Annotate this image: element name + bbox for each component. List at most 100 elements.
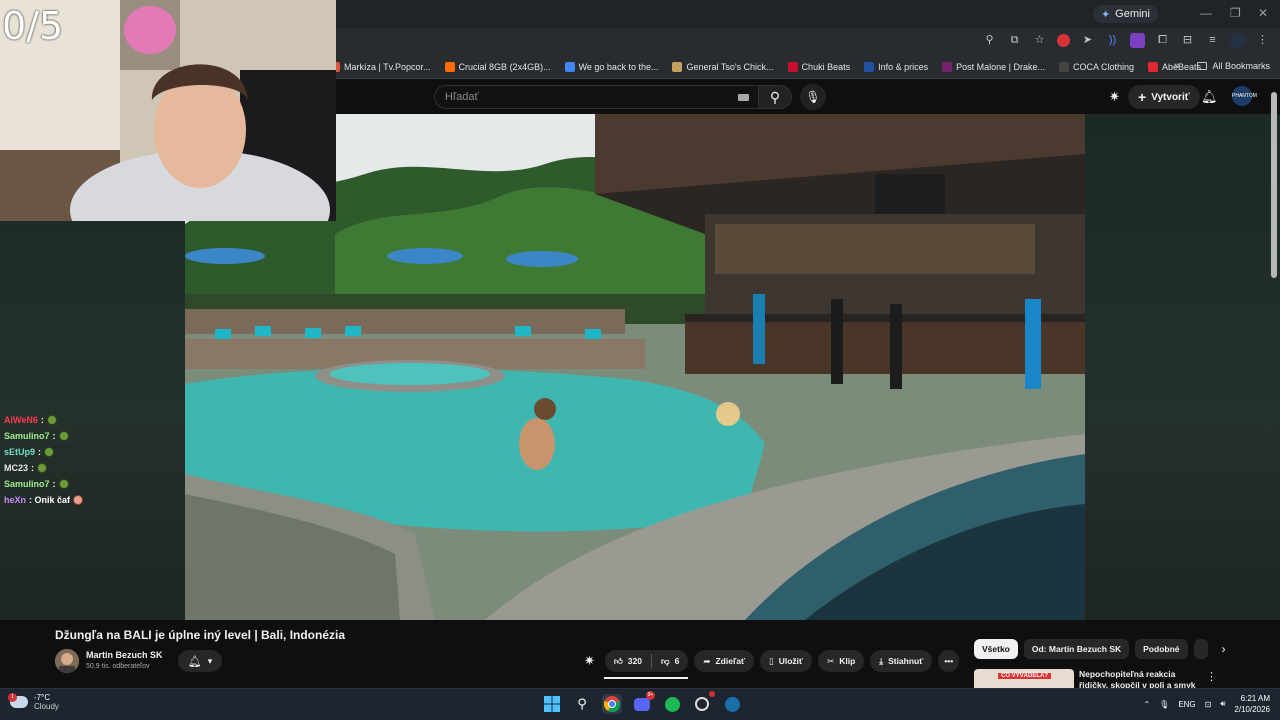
spotify-icon bbox=[664, 696, 680, 712]
recommendation-menu-icon[interactable]: ⋮ bbox=[1206, 670, 1217, 683]
bookmark-favicon bbox=[864, 61, 875, 72]
search-icon: ⚲ bbox=[769, 89, 781, 105]
bookmark-item[interactable]: General Tso's Chick... bbox=[672, 61, 774, 72]
save-label: Uložiť bbox=[778, 656, 804, 666]
all-bookmarks-button[interactable]: All Bookmarks bbox=[1197, 61, 1270, 71]
star-icon[interactable]: ☆ bbox=[1032, 33, 1047, 48]
like-button[interactable]: 👍︎ 320 bbox=[605, 656, 651, 667]
webcam-overlay: 0/5 bbox=[0, 0, 336, 221]
chip-related[interactable]: Podobné bbox=[1135, 639, 1188, 659]
recommended-video-thumbnail[interactable]: CO VYVÁDĚLA? bbox=[974, 669, 1074, 688]
bookmark-favicon bbox=[1059, 61, 1069, 72]
screen: ✦ Gemini — ❐ ✕ ⚲ ⧉ ☆ ➤ )) ⧠ ⊟ ≡ ⋮ Markíz… bbox=[0, 0, 1280, 720]
task-counter: 0/5 bbox=[2, 4, 64, 48]
bookmark-item[interactable]: Markíza | Tv.Popcor... bbox=[330, 61, 431, 72]
chevron-right-icon[interactable]: › bbox=[1222, 642, 1226, 656]
folder-icon bbox=[1197, 62, 1208, 70]
app-taskbar-button[interactable] bbox=[692, 691, 715, 714]
recommended-video-title[interactable]: Nepochopiteľná reakcia řidičky, skopčil … bbox=[1079, 669, 1201, 688]
extensions-puzzle-icon[interactable]: ⧠ bbox=[1155, 33, 1170, 48]
weather-widget[interactable]: 1 -7°C Cloudy bbox=[8, 693, 59, 711]
clock-time: 6:21 AM bbox=[1240, 694, 1270, 703]
dislike-button[interactable]: 👎︎ 6 bbox=[652, 656, 688, 667]
language-indicator[interactable]: ENG bbox=[1178, 700, 1195, 709]
channel-avatar-image bbox=[55, 649, 79, 673]
bookmark-item[interactable]: Chuki Beats bbox=[787, 61, 850, 72]
bookmark-item[interactable]: We go back to the... bbox=[564, 61, 658, 72]
gemini-sparkle-icon[interactable]: ✷ bbox=[1109, 89, 1120, 105]
app-badge bbox=[709, 691, 715, 697]
channel-avatar[interactable] bbox=[55, 649, 79, 673]
bookmark-item[interactable]: Crucial 8GB (2x4GB)... bbox=[444, 61, 551, 72]
windows-logo-icon bbox=[544, 696, 560, 712]
search-input[interactable]: Hľadať bbox=[434, 85, 760, 109]
clip-button[interactable]: ✂ Klip bbox=[818, 650, 865, 672]
clip-label: Klip bbox=[839, 656, 856, 666]
bookmark-label: AbeBeats bbox=[1162, 61, 1202, 72]
media-control-icon[interactable]: ⊟ bbox=[1180, 33, 1195, 48]
extension-purple-icon[interactable] bbox=[1130, 33, 1145, 48]
bookmark-item[interactable]: Info & prices bbox=[864, 61, 928, 72]
ask-sparkle-icon[interactable]: ✷ bbox=[584, 653, 595, 669]
taskbar-search-button[interactable]: ⚲ bbox=[572, 694, 592, 714]
install-icon[interactable]: ⧉ bbox=[1007, 33, 1022, 48]
account-avatar[interactable]: PHANTOM bbox=[1232, 86, 1257, 106]
clock-date: 2/10/2026 bbox=[1234, 705, 1270, 714]
chrome-icon bbox=[604, 696, 620, 712]
create-label: Vytvoriť bbox=[1151, 91, 1190, 103]
more-actions-button[interactable]: ••• bbox=[938, 650, 960, 672]
bookmark-favicon bbox=[942, 61, 953, 72]
recommendation-chips: Všetko Od: Martin Bezuch SK Podobné › bbox=[974, 639, 1226, 659]
chat-username: Samulino7 bbox=[4, 431, 50, 441]
search-button[interactable]: ⚲ bbox=[758, 85, 792, 109]
share-button[interactable]: ➦ Zdieľať bbox=[694, 650, 755, 672]
video-actions: ✷ 👍︎ 320 👎︎ 6 ➦ Zdieľať ▯ Uložiť ✂ Klip ⤓ Stia… bbox=[584, 650, 960, 672]
download-button[interactable]: ⤓ Stiahnuť bbox=[870, 650, 933, 672]
close-icon[interactable]: ✕ bbox=[1258, 6, 1268, 20]
create-button[interactable]: + Vytvoriť bbox=[1128, 85, 1200, 109]
steam-taskbar-button[interactable] bbox=[722, 694, 742, 714]
bookmarks-overflow-button[interactable]: » bbox=[1174, 60, 1180, 72]
chip-from-channel[interactable]: Od: Martin Bezuch SK bbox=[1023, 639, 1130, 659]
temperature: -7°C bbox=[34, 693, 51, 702]
voice-search-button[interactable]: 🎙 bbox=[800, 84, 826, 110]
zoom-icon[interactable]: ⚲ bbox=[982, 33, 997, 48]
network-icon[interactable]: ⊡ bbox=[1205, 700, 1212, 709]
bookmark-label: COCA Clothing bbox=[1073, 61, 1135, 72]
restore-icon[interactable]: ❐ bbox=[1230, 6, 1241, 20]
extension-arrow-icon[interactable]: ➤ bbox=[1080, 33, 1095, 48]
windows-taskbar: 1 -7°C Cloudy ⚲ 9+ ⌃ 🎙 ENG ⊡ 🔊︎ 6:21 AM … bbox=[0, 688, 1280, 720]
reading-list-icon[interactable]: ≡ bbox=[1205, 33, 1220, 48]
bookmark-item[interactable]: Post Malone | Drake... bbox=[942, 61, 1045, 72]
gemini-button[interactable]: ✦ Gemini bbox=[1092, 5, 1158, 23]
tray-overflow-icon[interactable]: ⌃ bbox=[1143, 700, 1150, 709]
notifications-bell-icon[interactable]: 🔔︎ bbox=[1201, 89, 1218, 105]
chip-partial[interactable] bbox=[1193, 639, 1208, 659]
chat-username: sEtUp9 bbox=[4, 447, 36, 457]
chip-all[interactable]: Všetko bbox=[974, 639, 1018, 659]
keyboard-icon[interactable] bbox=[738, 94, 749, 101]
weather-alert-badge: 1 bbox=[8, 693, 17, 702]
chat-text: : bbox=[52, 431, 56, 441]
chrome-taskbar-button[interactable] bbox=[602, 694, 622, 714]
cloud-icon: 1 bbox=[8, 693, 28, 708]
browser-menu-icon[interactable]: ⋮ bbox=[1255, 33, 1270, 48]
microphone-tray-icon[interactable]: 🎙 bbox=[1159, 700, 1169, 709]
channel-name[interactable]: Martin Bezuch SK bbox=[86, 650, 163, 660]
extension-red-icon[interactable] bbox=[1057, 34, 1070, 47]
extension-wave-icon[interactable]: )) bbox=[1105, 33, 1120, 48]
subscription-bell-button[interactable]: 🔔︎ ▾ bbox=[178, 650, 222, 672]
save-button[interactable]: ▯ Uložiť bbox=[760, 650, 813, 672]
volume-icon[interactable]: 🔊︎ bbox=[1220, 699, 1225, 709]
start-button[interactable] bbox=[542, 694, 562, 714]
bell-icon: 🔔︎ bbox=[187, 655, 202, 668]
profile-icon[interactable] bbox=[1230, 33, 1245, 48]
page-scrollbar[interactable] bbox=[1271, 92, 1277, 278]
bookmark-item[interactable]: COCA Clothing bbox=[1059, 61, 1135, 72]
clock[interactable]: 6:21 AM 2/10/2026 bbox=[1234, 693, 1270, 715]
discord-taskbar-button[interactable]: 9+ bbox=[632, 691, 655, 714]
minimize-icon[interactable]: — bbox=[1200, 6, 1212, 20]
spotify-taskbar-button[interactable] bbox=[662, 694, 682, 714]
chat-message: MC23: bbox=[4, 460, 83, 476]
chat-text: : bbox=[40, 415, 44, 425]
